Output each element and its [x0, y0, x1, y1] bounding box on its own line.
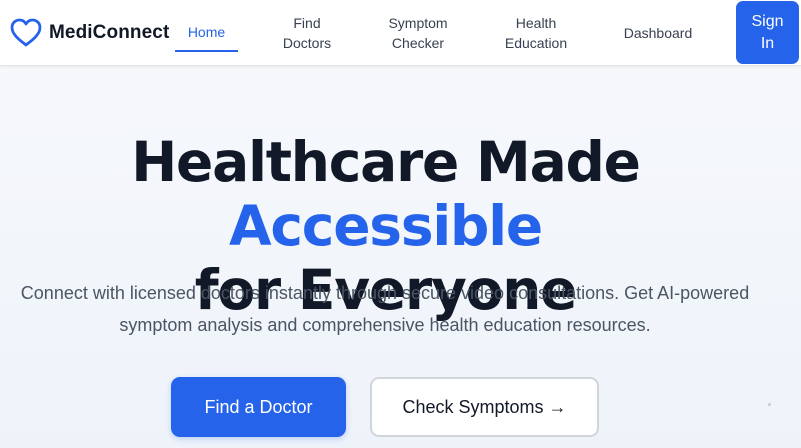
- nav-symptom-checker-line1: Symptom: [388, 15, 448, 31]
- hero-subtitle-line2: symptom analysis and comprehensive healt…: [119, 315, 651, 335]
- top-navbar: MediConnect Home Find Doctors Symptom Ch…: [0, 0, 801, 66]
- hero-title-part1: Healthcare Made: [131, 130, 641, 194]
- sign-in-line2: In: [760, 34, 775, 52]
- nav-health-education[interactable]: Health Education: [497, 0, 575, 66]
- sign-in-button[interactable]: Sign In: [736, 1, 799, 64]
- logo[interactable]: MediConnect: [10, 18, 169, 48]
- page: MediConnect Home Find Doctors Symptom Ch…: [0, 0, 801, 448]
- hero-title-accent: Accessible: [229, 194, 543, 258]
- nav-home[interactable]: Home: [175, 0, 238, 66]
- decorative-dot: [768, 403, 771, 406]
- check-symptoms-button[interactable]: Check Symptoms →: [370, 377, 599, 437]
- nav-symptom-checker[interactable]: Symptom Checker: [377, 0, 459, 66]
- sign-in-line1: Sign: [751, 12, 784, 30]
- hero-subtitle-line1: Connect with licensed doctors instantly …: [20, 283, 750, 303]
- nav-home-label: Home: [187, 24, 226, 40]
- brand-name: MediConnect: [49, 22, 170, 43]
- nav-find-doctors-line2: Doctors: [282, 35, 332, 51]
- heart-icon: [10, 18, 42, 48]
- nav-dashboard-label: Dashboard: [623, 25, 693, 41]
- nav-symptom-checker-line2: Checker: [391, 35, 445, 51]
- nav-find-doctors-line1: Find: [293, 15, 321, 31]
- nav-health-education-line1: Health: [515, 15, 557, 31]
- nav-find-doctors[interactable]: Find Doctors: [270, 0, 344, 66]
- find-a-doctor-button[interactable]: Find a Doctor: [171, 377, 346, 437]
- nav-dashboard[interactable]: Dashboard: [615, 0, 701, 66]
- active-nav-underline: [175, 50, 238, 52]
- nav-health-education-line2: Education: [504, 35, 568, 51]
- hero-subtitle: Connect with licensed doctors instantly …: [10, 277, 760, 341]
